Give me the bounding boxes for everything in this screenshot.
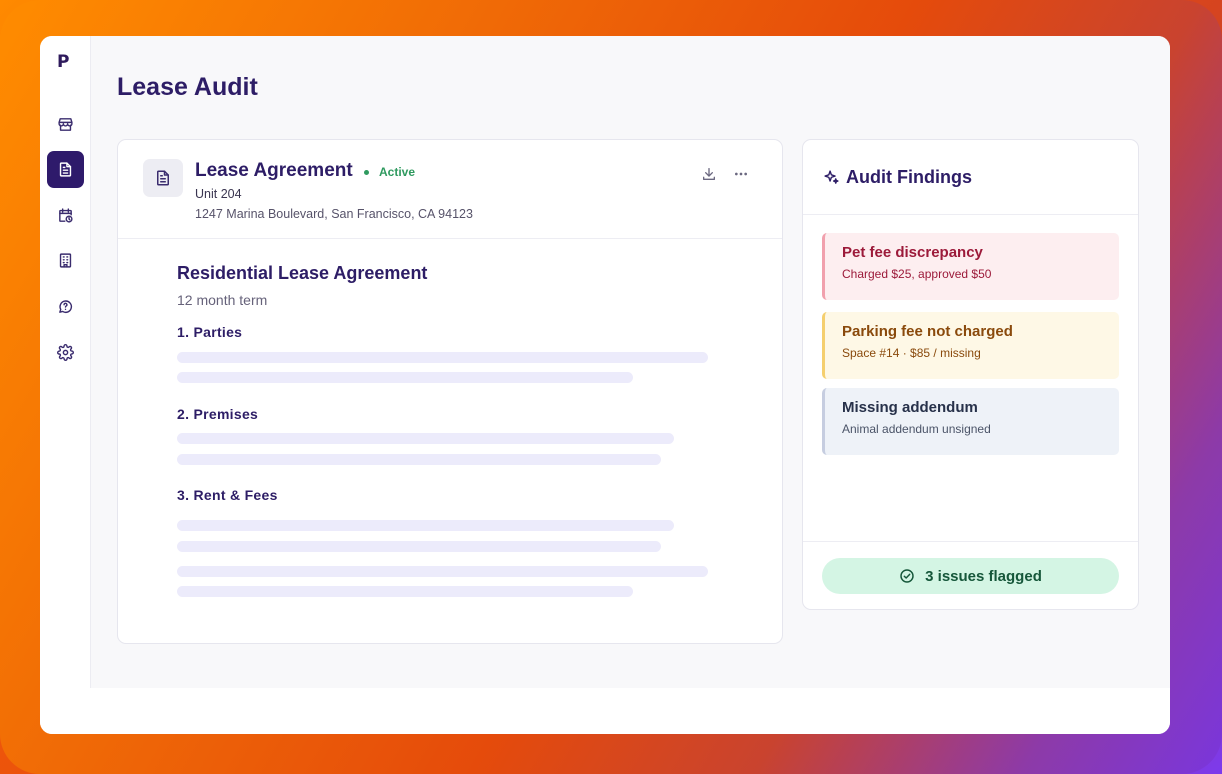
findings-title: Audit Findings — [823, 167, 972, 188]
check-circle-icon — [900, 569, 914, 583]
storefront-icon — [58, 118, 73, 131]
finding-item-addendum[interactable]: Missing addendum Animal addendum unsigne… — [822, 388, 1119, 455]
status-dot — [364, 169, 369, 175]
unit-label: Unit 204 — [195, 187, 242, 201]
issues-flagged-badge[interactable]: 3 issues flagged — [822, 558, 1119, 594]
finding-title: Parking fee not charged — [842, 323, 1013, 340]
building-icon — [59, 253, 72, 268]
more-icon — [735, 172, 747, 176]
text-placeholder-line — [177, 520, 674, 531]
app-logo[interactable]: P — [57, 52, 75, 72]
finding-description: Animal addendum unsigned — [842, 422, 991, 436]
background-frame: P Lease Audit Lease Agreement Active Uni… — [0, 0, 1222, 774]
text-placeholder-line — [177, 433, 674, 444]
sidebar-item-buildings[interactable] — [47, 242, 84, 279]
bottom-strip — [40, 688, 1170, 734]
findings-header: Audit Findings — [803, 140, 1138, 215]
text-placeholder-line — [177, 352, 708, 363]
issues-flagged-label: 3 issues flagged — [925, 567, 1042, 585]
text-placeholder-line — [177, 566, 708, 577]
finding-description: Space #14 · $85 / missing — [842, 346, 981, 360]
address-label: 1247 Marina Boulevard, San Francisco, CA… — [195, 207, 473, 221]
status-label: Active — [379, 165, 416, 179]
sidebar-item-support[interactable] — [47, 288, 84, 325]
sidebar-item-properties[interactable] — [47, 106, 84, 143]
text-placeholder-line — [177, 454, 661, 465]
sidebar-item-schedule[interactable] — [47, 197, 84, 234]
section-heading: 2. Premises — [177, 406, 259, 422]
document-header: Lease Agreement Active Unit 204 1247 Mar… — [118, 140, 782, 239]
document-file-icon — [143, 159, 183, 197]
status-badge: Active — [364, 165, 415, 179]
main-content: Lease Audit Lease Agreement Active Unit … — [91, 36, 1170, 688]
finding-item-pet-fee[interactable]: Pet fee discrepancy Charged $25, approve… — [822, 233, 1119, 300]
download-icon — [703, 168, 715, 180]
finding-description: Charged $25, approved $50 — [842, 267, 992, 281]
findings-divider — [803, 541, 1138, 542]
sparkles-icon — [824, 170, 839, 184]
findings-title-text: Audit Findings — [846, 167, 972, 187]
gear-icon — [57, 344, 74, 361]
calendar-clock-icon — [59, 208, 73, 223]
audit-findings-panel: Audit Findings Pet fee discrepancy Charg… — [802, 139, 1139, 610]
text-placeholder-line — [177, 586, 633, 597]
finding-title: Missing addendum — [842, 399, 978, 416]
sidebar-item-documents[interactable] — [47, 151, 84, 188]
document-title: Lease Agreement — [195, 160, 353, 181]
text-placeholder-line — [177, 541, 661, 552]
sidebar: P — [40, 36, 91, 688]
text-placeholder-line — [177, 372, 633, 383]
section-heading: 1. Parties — [177, 324, 243, 340]
app-window: P Lease Audit Lease Agreement Active Uni… — [40, 36, 1170, 734]
section-heading: 3. Rent & Fees — [177, 487, 278, 503]
document-card: Lease Agreement Active Unit 204 1247 Mar… — [117, 139, 783, 644]
finding-item-parking-fee[interactable]: Parking fee not charged Space #14 · $85 … — [822, 312, 1119, 379]
help-chat-icon — [59, 300, 73, 314]
body-title: Residential Lease Agreement — [177, 263, 428, 283]
document-icon — [59, 162, 72, 177]
download-button[interactable] — [699, 164, 719, 184]
body-subtitle: 12 month term — [177, 292, 268, 308]
finding-title: Pet fee discrepancy — [842, 244, 983, 261]
sidebar-item-settings[interactable] — [47, 334, 84, 371]
more-options-button[interactable] — [731, 164, 751, 184]
page-title: Lease Audit — [117, 73, 258, 101]
